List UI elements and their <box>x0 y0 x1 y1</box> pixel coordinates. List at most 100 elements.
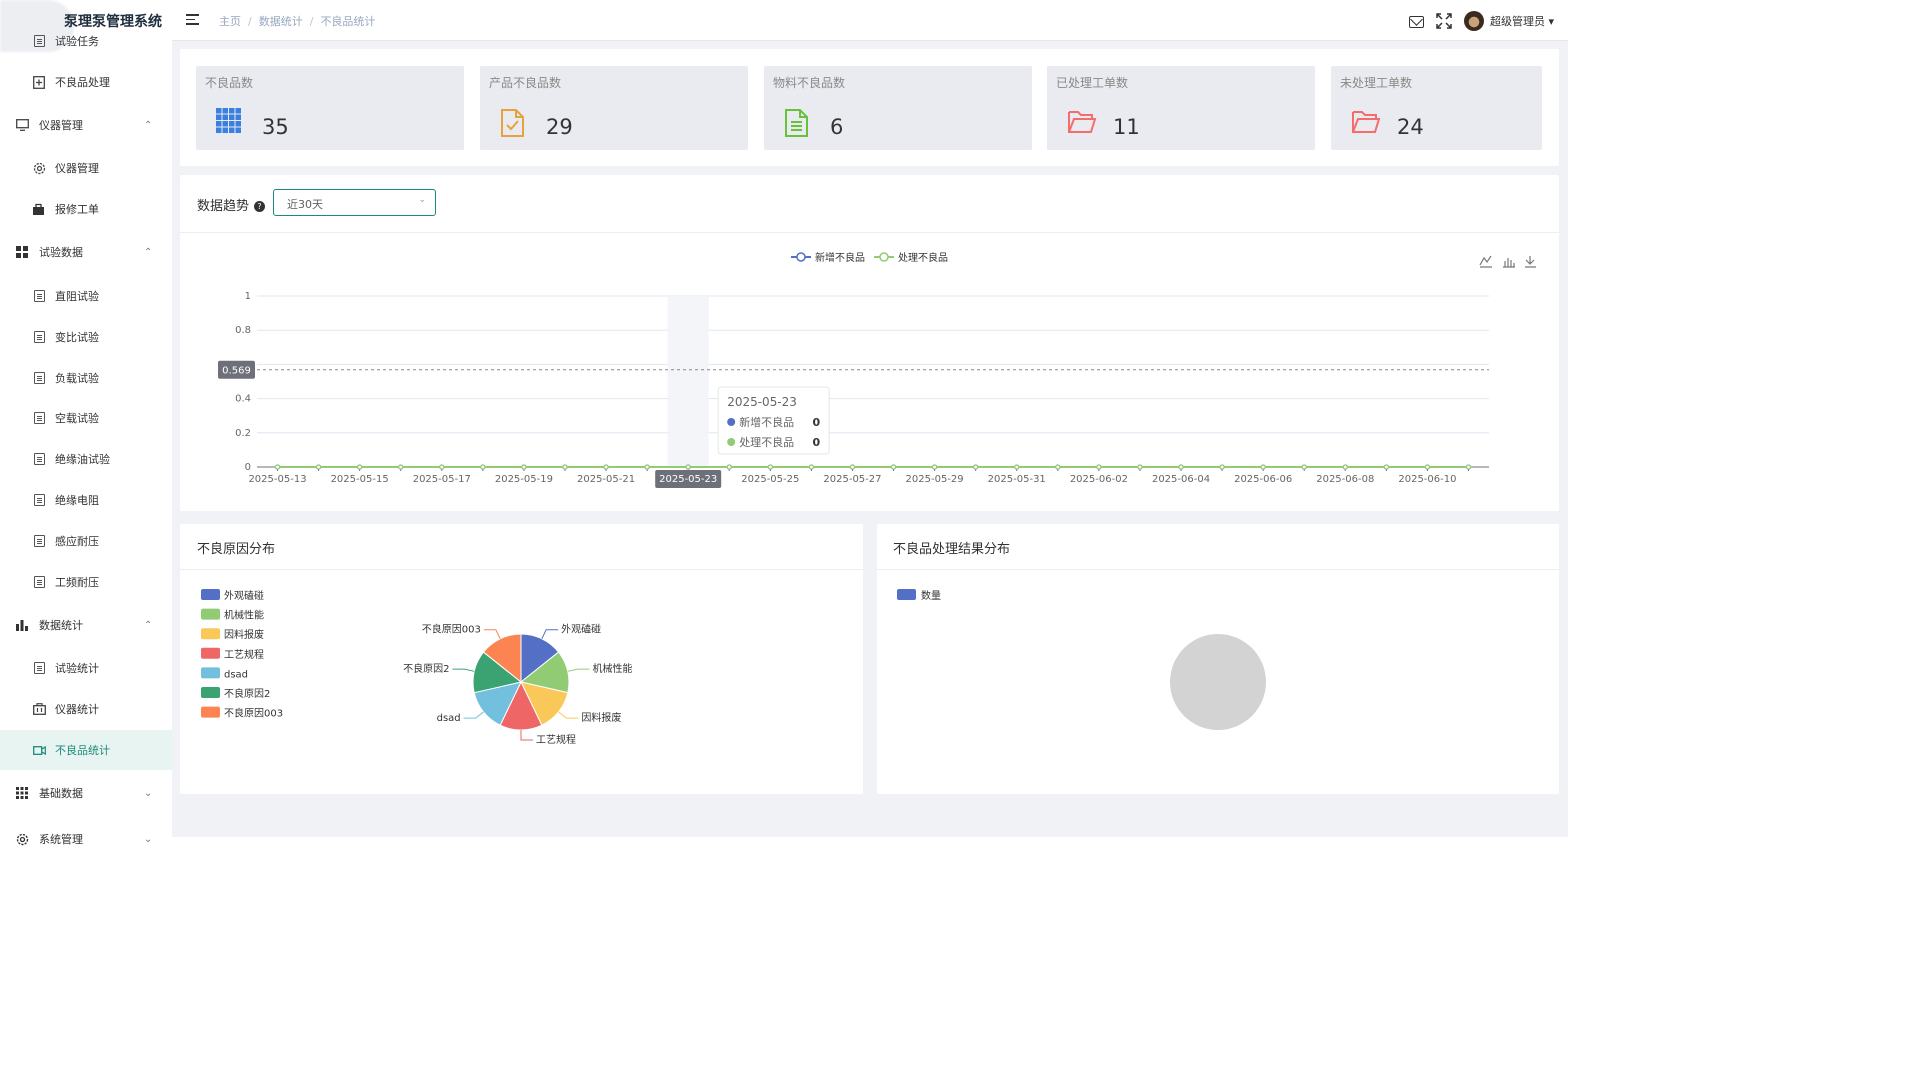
sidebar-item-2[interactable]: 仪器管理 ⌃ <box>0 105 172 145</box>
trend-chart[interactable]: 新增不良品 处理不良品00.20.40.812025-05-13 2025-05-1… <box>180 232 1559 511</box>
tooltip-marker <box>727 438 736 446</box>
data-point[interactable] <box>685 464 691 470</box>
data-point[interactable] <box>1055 464 1061 470</box>
sidebar-item-10[interactable]: 绝缘油试验 <box>0 439 172 479</box>
data-point[interactable] <box>973 464 979 470</box>
gear-icon <box>32 161 46 175</box>
tooltip-series-name: 新增不良品 <box>739 415 794 429</box>
result-pie-chart[interactable]: 数量 <box>877 569 1559 794</box>
legend-swatch <box>201 667 220 679</box>
sidebar-item-label: 基础数据 <box>39 787 83 800</box>
sidebar-item-15[interactable]: 试验统计 <box>0 648 172 688</box>
sidebar-item-7[interactable]: 变比试验 <box>0 317 172 357</box>
trend-panel: 数据趋势? 近30天 ⌄ 新增不良品 处理不良品 0 0.2 0.4 0.8 1 2025-0… <box>180 175 1559 511</box>
data-point[interactable] <box>932 464 938 470</box>
legend-item[interactable]: 外观磕碰 <box>201 589 264 602</box>
data-point[interactable] <box>1096 464 1102 470</box>
data-point[interactable] <box>1219 464 1225 470</box>
stat-card: 未处理工单数 24 <box>1331 66 1542 150</box>
tooltip-marker <box>727 418 736 426</box>
legend-item[interactable]: 不良原因003 <box>201 706 283 720</box>
fullscreen-icon[interactable] <box>1436 13 1452 29</box>
data-point[interactable] <box>1260 464 1266 470</box>
legend-item[interactable]: 工艺规程 <box>201 647 264 661</box>
breadcrumb-home[interactable]: 主页 <box>219 15 241 28</box>
data-point[interactable] <box>1383 464 1389 470</box>
sidebar-item-18[interactable]: 基础数据 ⌄ <box>0 773 172 813</box>
download-icon[interactable] <box>1525 256 1536 268</box>
legend-item[interactable]: 不良原因2 <box>201 687 270 700</box>
data-point[interactable] <box>1424 464 1431 470</box>
data-point[interactable] <box>562 464 568 470</box>
doc-check-icon <box>500 108 526 137</box>
data-point[interactable] <box>890 464 897 470</box>
data-point[interactable] <box>274 464 281 470</box>
sidebar-item-12[interactable]: 感应耐压 <box>0 521 172 561</box>
y-tick-label: 0.4 <box>235 394 251 405</box>
pie-label-line <box>463 711 484 719</box>
data-point[interactable] <box>808 464 814 470</box>
data-point[interactable] <box>1178 464 1184 470</box>
mail-icon[interactable] <box>1408 16 1424 28</box>
date-range-select[interactable]: 近30天 ⌄ <box>273 189 436 216</box>
doc-icon <box>32 534 46 548</box>
data-point[interactable] <box>603 464 609 470</box>
sidebar-item-9[interactable]: 空载试验 <box>0 398 172 438</box>
data-point[interactable] <box>726 464 732 470</box>
data-point[interactable] <box>1465 464 1472 470</box>
data-point[interactable] <box>1014 464 1020 470</box>
sidebar-item-0[interactable]: 试验任务 <box>0 21 172 61</box>
doc-icon <box>32 493 46 507</box>
data-point[interactable] <box>439 464 445 470</box>
doc-icon <box>32 452 46 466</box>
chevron-down-icon: ▾ <box>1548 15 1554 28</box>
data-point[interactable] <box>480 464 486 470</box>
data-point[interactable] <box>849 464 856 470</box>
data-point[interactable] <box>767 464 773 470</box>
legend-label: 工艺规程 <box>224 648 264 661</box>
sidebar-item-label: 直阻试验 <box>55 290 99 303</box>
sidebar-item-14[interactable]: 数据统计 ⌃ <box>0 605 172 645</box>
help-icon[interactable]: ? <box>254 201 266 212</box>
username[interactable]: 超级管理员 ▾ <box>1490 13 1554 29</box>
sidebar-item-19[interactable]: 系统管理 ⌄ <box>0 819 172 859</box>
legend-item[interactable]: 机械性能 <box>201 608 264 622</box>
legend-swatch <box>201 706 220 718</box>
data-point[interactable] <box>315 464 322 470</box>
legend-item[interactable]: 因料报废 <box>201 628 264 641</box>
sidebar-item-label: 工频耐压 <box>55 576 99 589</box>
data-point[interactable] <box>1301 464 1307 470</box>
bar-chart-icon[interactable] <box>1503 258 1515 268</box>
data-point[interactable] <box>357 464 363 470</box>
x-tick-label: 2025-06-08 <box>1316 474 1374 485</box>
line-chart-icon[interactable] <box>1479 255 1492 268</box>
grid-apps-icon <box>216 108 242 136</box>
axis-pointer-x-label: 2025-05-23 <box>659 474 717 485</box>
data-point[interactable] <box>644 464 650 470</box>
sidebar-item-11[interactable]: 绝缘电阻 <box>0 480 172 520</box>
legend-label: 数量 <box>921 589 941 602</box>
data-point[interactable] <box>398 464 404 470</box>
sidebar-item-16[interactable]: 仪器统计 <box>0 689 172 729</box>
sidebar-item-13[interactable]: 工频耐压 <box>0 562 172 602</box>
sidebar-item-label: 感应耐压 <box>55 535 99 548</box>
legend-item[interactable]: 处理不良品 <box>874 251 948 264</box>
menu-toggle-icon[interactable] <box>186 14 199 25</box>
avatar[interactable] <box>1463 11 1484 31</box>
sidebar-item-6[interactable]: 直阻试验 <box>0 276 172 316</box>
data-point[interactable] <box>1342 464 1348 470</box>
legend-item[interactable]: 新增不良品 <box>791 251 865 264</box>
sidebar-item-1[interactable]: 不良品处理 <box>0 62 172 102</box>
sidebar-item-3[interactable]: 仪器管理 <box>0 148 172 188</box>
legend-item[interactable]: dsad <box>201 667 248 680</box>
legend-item[interactable]: 数量 <box>897 589 941 602</box>
sidebar-item-8[interactable]: 负载试验 <box>0 358 172 398</box>
breadcrumb-data-stats[interactable]: 数据统计 <box>259 15 303 28</box>
data-point[interactable] <box>1137 464 1143 470</box>
sidebar-item-17[interactable]: 不良品统计 <box>0 730 172 770</box>
tooltip-title: 2025-05-23 <box>727 395 797 409</box>
data-point[interactable] <box>521 464 527 470</box>
reason-pie-chart[interactable]: 外观磕碰机械性能因料报废工艺规程dsad不良原因2不良原因003外观磕碰机械性能… <box>180 569 863 794</box>
sidebar-item-4[interactable]: 报修工单 <box>0 189 172 229</box>
sidebar-item-5[interactable]: 试验数据 ⌃ <box>0 232 172 272</box>
